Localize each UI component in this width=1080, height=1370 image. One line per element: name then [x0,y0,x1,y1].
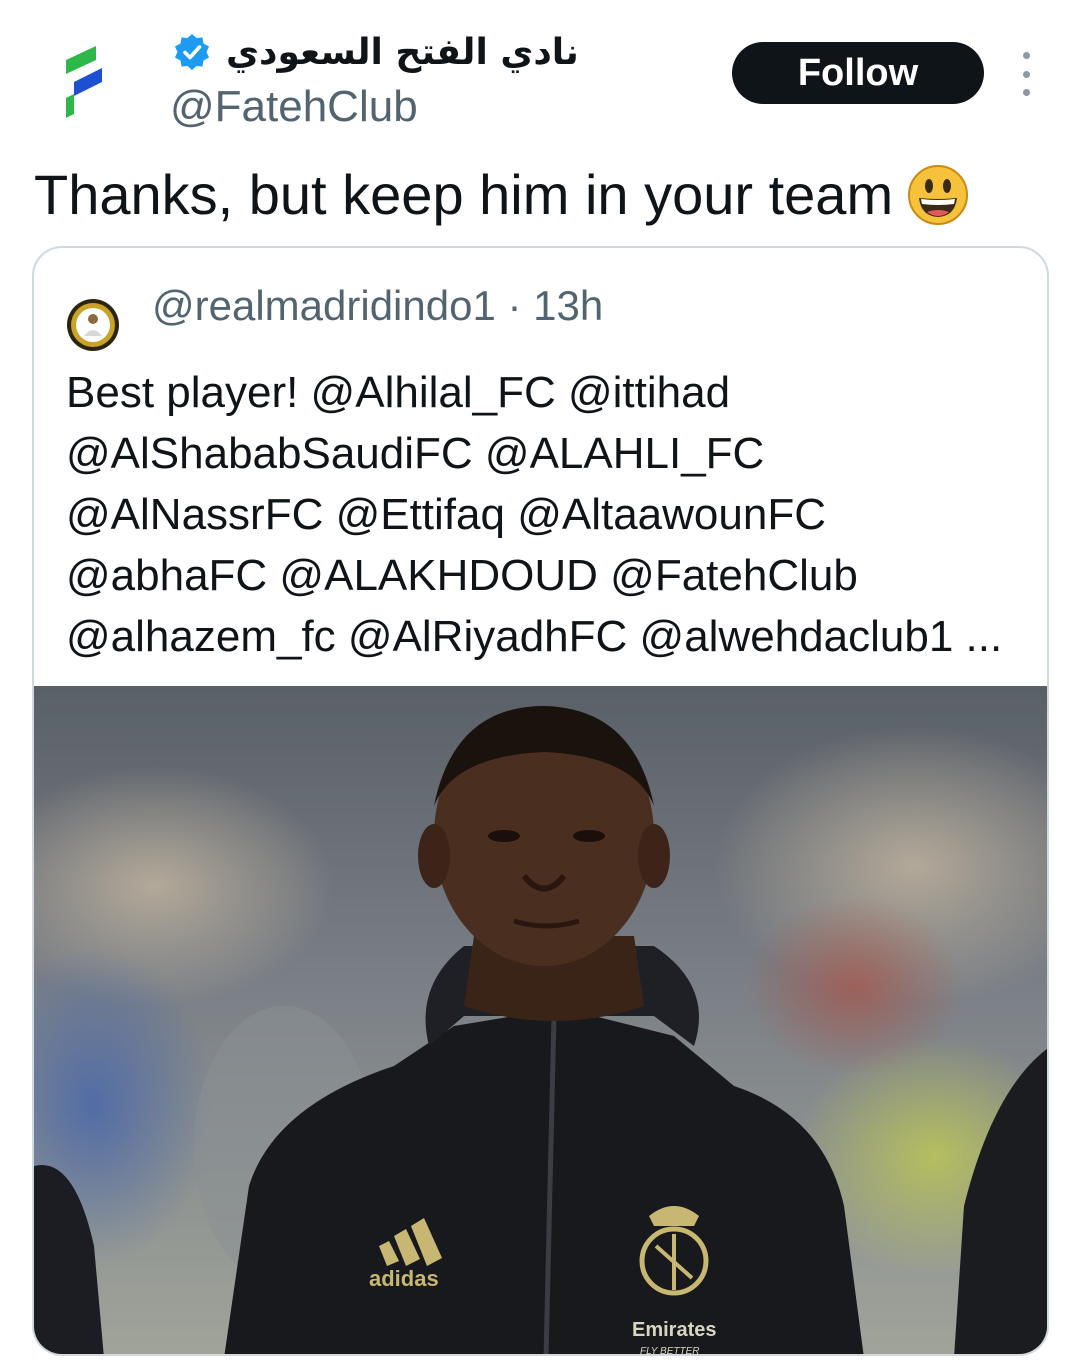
quoted-text-line: Best player! @Alhilal_FC @ittihad [66,368,731,417]
verified-badge-icon [175,34,209,70]
tweet-body: Thanks, but keep him in your team [34,162,969,227]
author-name-row[interactable]: نادي الفتح السعودي [172,28,579,76]
quoted-tweet-card[interactable]: @realmadridindo1 · 13h Best player! @Alh… [32,246,1049,1356]
quoted-meta: @realmadridindo1 · 13h [152,282,603,330]
meta-separator: · [507,282,522,329]
quoted-text: Best player! @Alhilal_FC @ittihad @AlSha… [66,362,1026,667]
quoted-handle[interactable]: @realmadridindo1 [152,282,496,329]
fateh-logo-icon [66,46,102,118]
fly-better-tagline: FLY BETTER [640,1346,699,1356]
quoted-text-line: @alhazem_fc @AlRiyadhFC @alwehdaclub1 ..… [66,612,1003,661]
adidas-wordmark: adidas [369,1266,439,1291]
player-photo: adidas Emirates FLY BETTER [34,686,1047,1356]
more-vertical-icon[interactable] [1012,52,1040,96]
grinning-face-emoji-icon [908,164,969,225]
emirates-wordmark: Emirates [632,1319,717,1341]
quoted-text-line: @abhaFC @ALAKHDOUD @FatehClub [66,551,858,600]
quoted-photo[interactable]: adidas Emirates FLY BETTER [34,686,1047,1356]
quoted-author-avatar[interactable] [66,298,120,352]
author-handle[interactable]: @FatehClub [170,82,418,132]
quoted-text-line: @AlNassrFC @Ettifaq @AltaawounFC [66,490,826,539]
author-display-name: نادي الفتح السعودي [226,31,579,73]
quoted-text-line: @AlShababSaudiFC @ALAHLI_FC [66,429,765,478]
follow-button[interactable]: Follow [732,42,984,104]
fateh-club-avatar[interactable] [52,38,116,128]
quoted-timestamp[interactable]: 13h [533,282,603,329]
tweet-text: Thanks, but keep him in your team [34,163,894,226]
